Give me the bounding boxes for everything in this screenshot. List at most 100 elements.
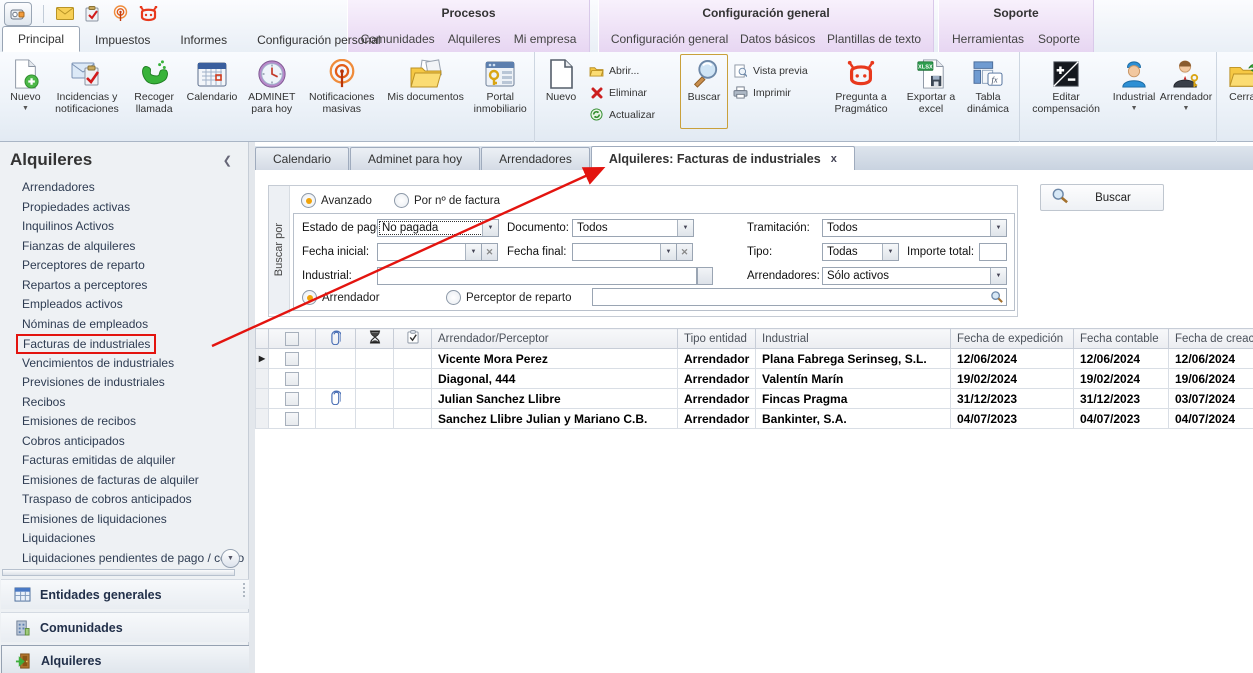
sidebar-item-inquilinos-activos[interactable]: Inquilinos Activos bbox=[0, 217, 248, 237]
clear-fecha-inicial-icon[interactable]: ✕ bbox=[482, 243, 498, 261]
chevron-down-icon[interactable]: ▼ bbox=[482, 220, 498, 236]
arrendadores-select[interactable]: Sólo activos ▼ bbox=[822, 267, 1007, 285]
industrial-button[interactable]: Industrial ▼ bbox=[1109, 54, 1159, 129]
sidebar-item-arrendadores[interactable]: Arrendadores bbox=[0, 178, 248, 198]
landlord-button[interactable]: Arrendador ▼ bbox=[1159, 54, 1213, 129]
sidebar-item-emisiones-facturas[interactable]: Emisiones de facturas de alquiler bbox=[0, 471, 248, 491]
calendar-button[interactable]: Calendario bbox=[182, 54, 242, 129]
clear-fecha-final-icon[interactable]: ✕ bbox=[677, 243, 693, 261]
search-button[interactable]: Buscar bbox=[680, 54, 728, 129]
broadcast-icon[interactable] bbox=[111, 5, 130, 23]
industrial-input[interactable] bbox=[377, 267, 697, 285]
table-row[interactable]: Julian Sanchez Llibre Arrendador Fincas … bbox=[256, 389, 1253, 409]
row-checkbox[interactable] bbox=[269, 369, 316, 389]
sidebar-item-nominas[interactable]: Nóminas de empleados bbox=[0, 315, 248, 335]
sidebar-item-emisiones-liquidaciones[interactable]: Emisiones de liquidaciones bbox=[0, 510, 248, 530]
drag-handle-dots[interactable] bbox=[243, 583, 245, 597]
tab-arrendadores[interactable]: Arrendadores bbox=[481, 147, 590, 170]
pivot-table-button[interactable]: fx Tabla dinámica bbox=[960, 54, 1016, 129]
ribbon-tab-datos-basicos[interactable]: Datos básicos bbox=[736, 32, 819, 46]
sidebar-item-cobros-anticipados[interactable]: Cobros anticipados bbox=[0, 432, 248, 452]
tipo-select[interactable]: Todas ▼ bbox=[822, 243, 899, 261]
sidebar-item-vencimientos[interactable]: Vencimientos de industriales bbox=[0, 354, 248, 374]
print-button[interactable]: Imprimir bbox=[728, 83, 820, 102]
col-header-fecha-creacion[interactable]: Fecha de creación bbox=[1169, 329, 1253, 349]
col-header-fecha-contable[interactable]: Fecha contable bbox=[1074, 329, 1169, 349]
my-documents-button[interactable]: Mis documentos bbox=[382, 54, 470, 129]
ribbon-tab-configuracion-general[interactable]: Configuración general bbox=[607, 32, 732, 46]
sidebar-item-liquidaciones[interactable]: Liquidaciones bbox=[0, 529, 248, 549]
mass-notifications-button[interactable]: Notificaciones masivas bbox=[302, 54, 382, 129]
incidents-notifications-button[interactable]: Incidencias y notificaciones bbox=[48, 54, 126, 129]
sidebar-item-empleados[interactable]: Empleados activos bbox=[0, 295, 248, 315]
ribbon-tab-soporte[interactable]: Soporte bbox=[1034, 32, 1084, 46]
real-estate-portal-button[interactable]: Portal inmobiliario bbox=[469, 54, 531, 129]
open-button[interactable]: Abrir... bbox=[584, 61, 680, 80]
sidebar-item-propiedades-activas[interactable]: Propiedades activas bbox=[0, 198, 248, 218]
attachment-column-header[interactable] bbox=[316, 329, 356, 349]
ribbon-tab-impuestos[interactable]: Impuestos bbox=[80, 28, 165, 52]
delete-button[interactable]: Eliminar bbox=[584, 83, 680, 102]
col-header-arrendador-perceptor[interactable]: Arrendador/Perceptor bbox=[432, 329, 678, 349]
close-tab-icon[interactable]: x bbox=[831, 153, 837, 165]
row-checkbox[interactable] bbox=[269, 409, 316, 429]
new-record-button[interactable]: Nuevo bbox=[538, 54, 584, 129]
collapse-sidebar-icon[interactable]: ❮ bbox=[223, 154, 232, 167]
importe-total-input[interactable] bbox=[979, 243, 1007, 261]
select-all-header[interactable] bbox=[269, 329, 316, 349]
sidebar-item-emisiones-recibos[interactable]: Emisiones de recibos bbox=[0, 412, 248, 432]
table-row[interactable]: Sanchez Llibre Julian y Mariano C.B. Arr… bbox=[256, 409, 1253, 429]
radio-arrendador[interactable]: Arrendador bbox=[302, 290, 380, 305]
mail-icon[interactable] bbox=[55, 5, 74, 23]
preview-button[interactable]: Vista previa bbox=[728, 61, 820, 80]
fecha-inicial-input[interactable]: ▼ bbox=[377, 243, 482, 261]
radio-perceptor-de-reparto[interactable]: Perceptor de reparto bbox=[446, 290, 571, 305]
tab-adminet-para-hoy[interactable]: Adminet para hoy bbox=[350, 147, 480, 170]
ribbon-tab-alquileres[interactable]: Alquileres bbox=[444, 32, 505, 46]
export-excel-button[interactable]: XLSX Exportar a excel bbox=[902, 54, 960, 129]
tasks-icon[interactable] bbox=[83, 5, 102, 23]
chevron-down-icon[interactable]: ▼ bbox=[990, 220, 1006, 236]
task-column-header[interactable] bbox=[394, 329, 432, 349]
sidebar-item-facturas-industriales[interactable]: Facturas de industriales bbox=[0, 334, 248, 354]
ribbon-tab-informes[interactable]: Informes bbox=[165, 28, 242, 52]
tab-alquileres-facturas-industriales[interactable]: Alquileres: Facturas de industriales x bbox=[591, 146, 855, 170]
sidebar-item-fianzas[interactable]: Fianzas de alquileres bbox=[0, 237, 248, 257]
chevron-down-icon[interactable]: ▼ bbox=[882, 244, 898, 260]
tab-calendario[interactable]: Calendario bbox=[255, 147, 349, 170]
radio-por-numero-factura[interactable]: Por nº de factura bbox=[394, 193, 500, 208]
magnifier-icon[interactable] bbox=[990, 290, 1004, 307]
scroll-down-circle-icon[interactable]: ▼ bbox=[221, 549, 240, 568]
sidebar-section-entidades-generales[interactable]: Entidades generales bbox=[1, 579, 252, 609]
col-header-tipo-entidad[interactable]: Tipo entidad bbox=[678, 329, 756, 349]
documento-select[interactable]: Todos ▼ bbox=[572, 219, 694, 237]
buscar-button[interactable]: Buscar bbox=[1040, 184, 1164, 211]
ribbon-tab-herramientas[interactable]: Herramientas bbox=[948, 32, 1028, 46]
sidebar-item-perceptores[interactable]: Perceptores de reparto bbox=[0, 256, 248, 276]
sidebar-section-comunidades[interactable]: Comunidades bbox=[1, 612, 252, 642]
row-checkbox[interactable] bbox=[269, 389, 316, 409]
col-header-industrial[interactable]: Industrial bbox=[756, 329, 951, 349]
ribbon-tab-plantillas[interactable]: Plantillas de texto bbox=[823, 32, 925, 46]
ribbon-tab-mi-empresa[interactable]: Mi empresa bbox=[510, 32, 581, 46]
chevron-down-icon[interactable]: ▼ bbox=[660, 244, 676, 260]
sidebar-item-recibos[interactable]: Recibos bbox=[0, 393, 248, 413]
sidebar-item-facturas-emitidas[interactable]: Facturas emitidas de alquiler bbox=[0, 451, 248, 471]
sidebar-section-alquileres[interactable]: Alquileres bbox=[1, 645, 254, 673]
new-button[interactable]: Nuevo ▼ bbox=[3, 54, 48, 129]
refresh-button[interactable]: Actualizar bbox=[584, 105, 680, 124]
ribbon-tab-principal[interactable]: Principal bbox=[2, 26, 80, 52]
chevron-down-icon[interactable]: ▼ bbox=[677, 220, 693, 236]
sidebar-item-traspaso-cobros[interactable]: Traspaso de cobros anticipados bbox=[0, 490, 248, 510]
sidebar-splitter[interactable] bbox=[2, 569, 235, 576]
sidebar-item-liquidaciones-pendientes[interactable]: Liquidaciones pendientes de pago / cobro bbox=[0, 549, 248, 569]
chevron-down-icon[interactable]: ▼ bbox=[465, 244, 481, 260]
table-row[interactable]: Diagonal, 444 Arrendador Valentín Marín … bbox=[256, 369, 1253, 389]
app-phone-icon[interactable] bbox=[4, 2, 32, 26]
pickup-call-button[interactable]: Recoger llamada bbox=[126, 54, 182, 129]
ask-pragmatico-button[interactable]: Pregunta a Pragmático bbox=[820, 54, 902, 129]
robot-icon[interactable] bbox=[139, 5, 158, 23]
industrial-browse-button[interactable] bbox=[697, 267, 713, 285]
arrendador-search-input[interactable] bbox=[592, 288, 1007, 306]
row-checkbox[interactable] bbox=[269, 349, 316, 369]
